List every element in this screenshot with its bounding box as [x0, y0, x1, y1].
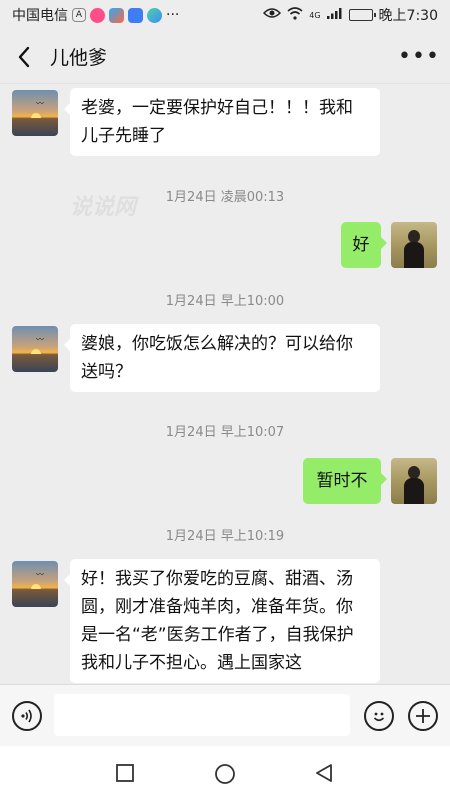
chat-area[interactable]: 说说网 〰 老婆，一定要保护好自己！！！我和儿子先睡了 1月24日 凌晨00:1… [0, 84, 450, 684]
more-icon[interactable]: ••• [398, 44, 439, 69]
message-timestamp: 1月24日 凌晨00:13 [165, 190, 285, 205]
notification-app-icon [128, 7, 143, 23]
triangle-back-icon[interactable] [314, 763, 334, 787]
square-icon[interactable] [115, 763, 135, 787]
wifi-icon [287, 6, 303, 24]
status-right: 4G 晚上7:30 [263, 5, 438, 25]
network-type-label: 4G [309, 10, 321, 20]
my-avatar[interactable] [391, 222, 437, 268]
message-bubble[interactable]: 好！我买了你爱吃的豆腐、甜酒、汤圆，刚才准备炖羊肉，准备年货。你是一名“老”医务… [64, 559, 380, 683]
contact-avatar[interactable]: 〰 [12, 90, 58, 136]
input-bar [0, 684, 450, 746]
signal-icon [326, 7, 343, 23]
message-timestamp: 1月24日 早上10:07 [165, 425, 285, 440]
chevron-left-icon[interactable] [12, 45, 36, 69]
contact-avatar[interactable]: 〰 [12, 326, 58, 372]
contact-avatar[interactable]: 〰 [12, 561, 58, 607]
message-timestamp: 1月24日 早上10:00 [165, 294, 285, 309]
more-notifications: ··· [166, 7, 180, 23]
carrier-label: 中国电信 [12, 8, 68, 24]
battery-icon [348, 9, 376, 21]
message-bubble[interactable]: 老婆，一定要保护好自己！！！我和儿子先睡了 [64, 88, 380, 156]
notification-app-icon: A [72, 8, 86, 22]
message-bubble[interactable]: 婆娘，你吃饭怎么解决的？可以给你送吗？ [64, 324, 380, 392]
status-bar: 中国电信 A ··· 4G 晚上7:30 [0, 0, 450, 30]
message-timestamp: 1月24日 早上10:19 [165, 529, 285, 544]
plus-icon[interactable] [408, 701, 438, 731]
chat-title: 儿他爹 [50, 47, 108, 69]
message-bubble[interactable]: 暂时不 [303, 458, 387, 504]
clock-label: 晚上7:30 [378, 8, 438, 24]
notification-app-icon [147, 7, 162, 23]
notification-app-icon [109, 7, 124, 23]
chat-header: 儿他爹 ••• [0, 30, 450, 84]
voice-icon[interactable] [12, 701, 42, 731]
message-bubble[interactable]: 好 [341, 222, 387, 268]
notification-app-icon [90, 7, 105, 23]
eye-icon [263, 7, 282, 23]
status-left: 中国电信 A ··· [12, 5, 179, 25]
system-navigation-bar [0, 746, 450, 800]
my-avatar[interactable] [391, 458, 437, 504]
emoji-icon[interactable] [364, 701, 394, 731]
circle-icon[interactable] [214, 763, 236, 789]
message-input[interactable] [54, 694, 350, 736]
